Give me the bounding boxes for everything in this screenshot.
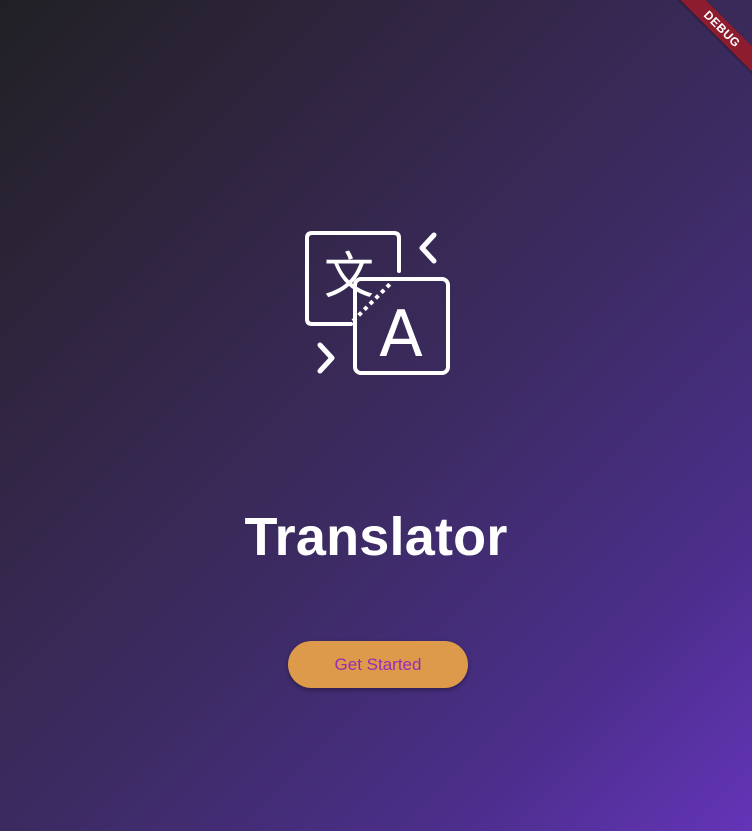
- debug-banner-label: DEBUG: [673, 0, 752, 78]
- app-title: Translator: [244, 507, 508, 567]
- splash-screen: 文 A Translator Get Started DEBUG: [0, 0, 752, 831]
- source-language-glyph: 文: [324, 247, 374, 305]
- target-language-glyph: A: [379, 298, 423, 372]
- debug-banner: DEBUG: [662, 0, 752, 90]
- translate-icon: 文 A: [303, 229, 453, 379]
- get-started-button[interactable]: Get Started: [288, 641, 468, 688]
